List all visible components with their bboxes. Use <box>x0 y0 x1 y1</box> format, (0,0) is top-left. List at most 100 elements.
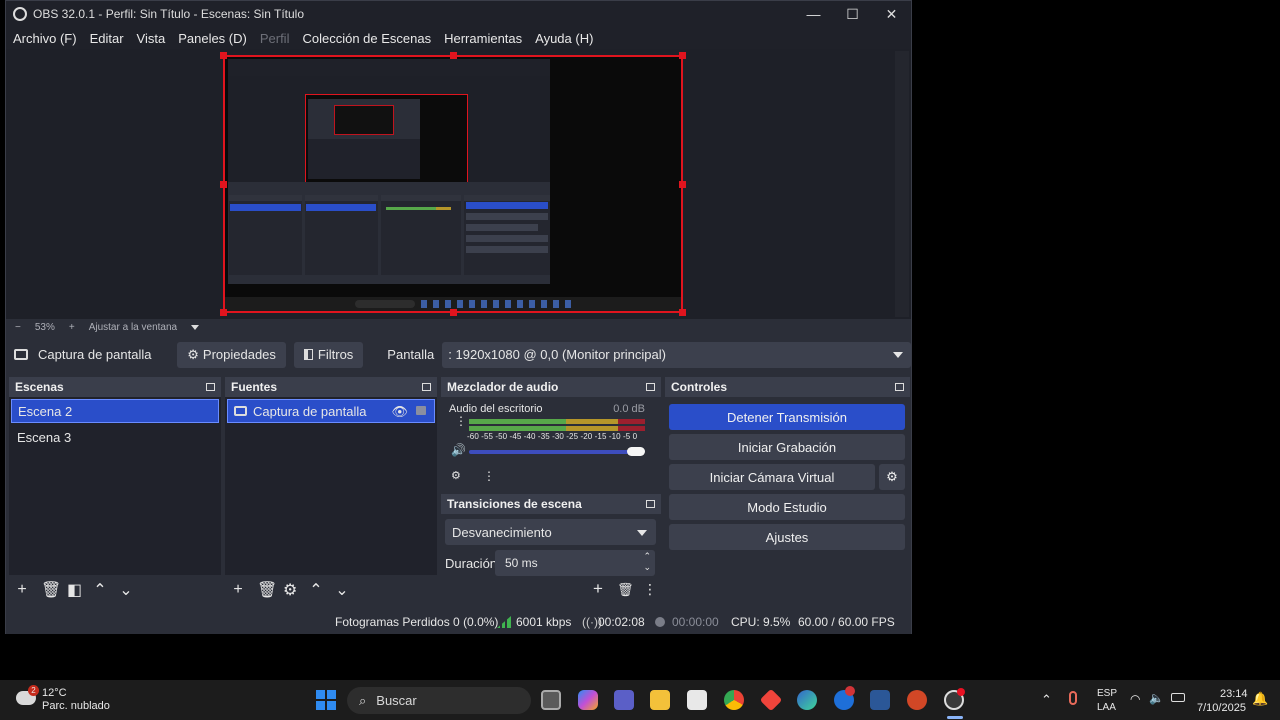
filters-button[interactable]: Filtros <box>293 341 364 368</box>
filter-icon[interactable]: ◧ <box>67 580 82 600</box>
preview-area[interactable] <box>6 49 911 319</box>
settings-button[interactable]: Ajustes <box>669 524 905 550</box>
dropped-frames: Fotogramas Perdidos 0 (0.0%) <box>335 615 499 629</box>
resize-handle-br[interactable] <box>679 309 686 316</box>
menu-perfil[interactable]: Perfil <box>260 31 290 46</box>
weather-widget[interactable]: 2 12°C Parc. nublado <box>14 685 114 715</box>
audio-mixer-header: Mezclador de audio <box>441 377 661 397</box>
move-up-icon[interactable]: ⌃ <box>309 580 323 600</box>
virtual-cam-settings-button[interactable]: ⚙ <box>879 464 905 490</box>
chevron-up-icon[interactable]: ⌃ <box>1041 692 1052 708</box>
file-explorer-icon[interactable] <box>650 690 670 710</box>
move-down-icon[interactable]: ⌄ <box>119 580 133 600</box>
preview-scrollbar[interactable] <box>895 51 909 317</box>
zoom-dropdown-icon[interactable] <box>191 324 200 330</box>
menu-editar[interactable]: Editar <box>90 31 124 46</box>
display-select[interactable]: : 1920x1080 @ 0,0 (Monitor principal) <box>442 341 911 368</box>
stop-stream-button[interactable]: Detener Transmisión <box>669 404 905 430</box>
language-top[interactable]: ESP <box>1097 688 1117 699</box>
task-view-icon[interactable] <box>541 690 561 710</box>
preview-source[interactable] <box>223 55 683 313</box>
mixer-menu-icon[interactable]: ⋮ <box>483 469 495 483</box>
undock-icon[interactable] <box>895 383 904 391</box>
undock-icon[interactable] <box>646 500 655 508</box>
volume-slider-handle[interactable] <box>627 447 646 456</box>
menu-paneles[interactable]: Paneles (D) <box>178 31 247 46</box>
menu-vista[interactable]: Vista <box>137 31 166 46</box>
copilot-icon[interactable] <box>578 690 598 710</box>
stepper-up-icon[interactable]: ⌃ <box>643 551 651 562</box>
microphone-icon[interactable] <box>1069 691 1077 705</box>
resize-handle-b[interactable] <box>450 309 457 316</box>
transition-select[interactable]: Desvanecimiento <box>445 519 656 545</box>
stepper-down-icon[interactable]: ⌄ <box>643 562 651 573</box>
studio-mode-button[interactable]: Modo Estudio <box>669 494 905 520</box>
lock-icon[interactable] <box>416 406 426 415</box>
trash-icon[interactable]: 🗑 <box>257 580 277 600</box>
resize-handle-bl[interactable] <box>220 309 227 316</box>
volume-slider[interactable] <box>469 450 637 454</box>
add-icon[interactable]: + <box>593 579 603 599</box>
menu-archivo[interactable]: Archivo (F) <box>13 31 77 46</box>
properties-button[interactable]: ⚙ Propiedades <box>177 341 286 368</box>
wifi-icon[interactable]: ◠ <box>1130 692 1140 706</box>
fit-window-button[interactable]: Ajustar a la ventana <box>89 322 177 333</box>
windows-start-icon[interactable] <box>316 690 336 710</box>
clock-time[interactable]: 23:14 <box>1220 688 1248 700</box>
edge-icon[interactable] <box>797 690 817 710</box>
eye-icon[interactable]: 👁 <box>391 404 408 420</box>
mini-scene-selected <box>230 204 301 211</box>
source-item[interactable]: Captura de pantalla 👁 <box>227 399 435 423</box>
resize-handle-r[interactable] <box>679 181 686 188</box>
start-virtual-cam-button[interactable]: Iniciar Cámara Virtual <box>669 464 875 490</box>
gear-icon[interactable]: ⚙ <box>283 580 297 600</box>
advanced-audio-icon[interactable]: ⚙ <box>451 469 461 482</box>
clock-date[interactable]: 7/10/2025 <box>1197 702 1246 714</box>
resize-handle-tl[interactable] <box>220 52 227 59</box>
menu-ayuda[interactable]: Ayuda (H) <box>535 31 593 46</box>
speaker-icon[interactable]: 🔊 <box>451 443 466 457</box>
kebab-menu-icon[interactable]: ⋮ <box>643 581 657 598</box>
store-icon[interactable] <box>687 690 707 710</box>
zoom-in-button[interactable]: + <box>69 322 75 333</box>
fps: 60.00 / 60.00 FPS <box>798 615 895 629</box>
start-recording-button[interactable]: Iniciar Grabación <box>669 434 905 460</box>
minimize-button[interactable]: — <box>794 1 833 27</box>
powerpoint-icon[interactable] <box>907 690 927 710</box>
duration-input[interactable]: 50 ms ⌃ ⌄ <box>495 550 655 576</box>
maximize-button[interactable]: ☐ <box>833 1 872 27</box>
anydesk-icon[interactable] <box>759 688 783 712</box>
zoom-out-button[interactable]: − <box>15 322 21 333</box>
filter-icon <box>303 349 313 360</box>
menu-coleccion-escenas[interactable]: Colección de Escenas <box>302 31 431 46</box>
add-icon[interactable]: + <box>231 581 245 599</box>
record-time: 00:00:00 <box>672 615 719 629</box>
undock-icon[interactable] <box>422 383 431 391</box>
transition-select-value: Desvanecimiento <box>452 524 552 540</box>
language-bottom[interactable]: LAA <box>1097 702 1116 713</box>
teams-icon[interactable] <box>614 690 634 710</box>
kebab-menu-icon[interactable]: ⋮ <box>455 415 467 427</box>
menu-herramientas[interactable]: Herramientas <box>444 31 522 46</box>
word-icon[interactable] <box>870 690 890 710</box>
volume-icon[interactable]: 🔈 <box>1149 691 1164 705</box>
title-bar[interactable]: OBS 32.0.1 - Perfil: Sin Título - Escena… <box>6 1 911 27</box>
battery-icon[interactable] <box>1171 693 1185 702</box>
taskbar-search[interactable]: ⌕ Buscar <box>347 687 531 714</box>
trash-icon[interactable]: 🗑 <box>41 580 61 600</box>
resize-handle-t[interactable] <box>450 52 457 59</box>
trash-icon[interactable]: 🗑 <box>617 582 634 598</box>
search-label: Buscar <box>376 693 417 708</box>
chrome-icon[interactable] <box>724 690 744 710</box>
resize-handle-l[interactable] <box>220 181 227 188</box>
notifications-icon[interactable]: 🔔 <box>1252 691 1268 707</box>
scene-item[interactable]: Escena 2 <box>11 399 219 423</box>
close-button[interactable]: ✕ <box>872 1 911 27</box>
move-down-icon[interactable]: ⌄ <box>335 580 349 600</box>
undock-icon[interactable] <box>206 383 215 391</box>
scene-item[interactable]: Escena 3 <box>11 425 219 449</box>
move-up-icon[interactable]: ⌃ <box>93 580 107 600</box>
resize-handle-tr[interactable] <box>679 52 686 59</box>
add-icon[interactable]: + <box>15 581 29 599</box>
undock-icon[interactable] <box>646 383 655 391</box>
